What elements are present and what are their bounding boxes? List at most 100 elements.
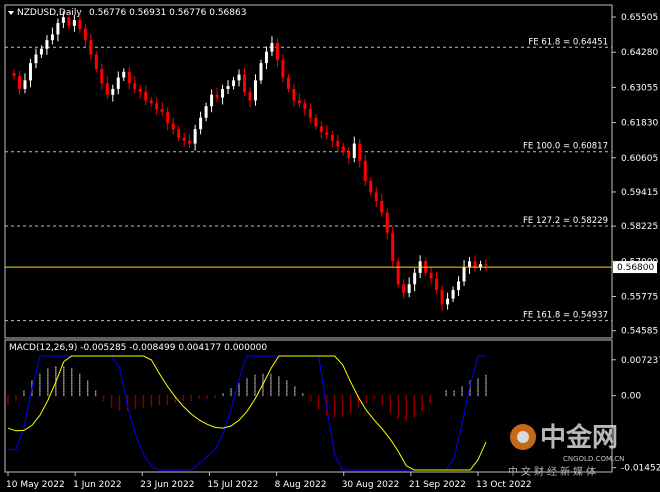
symbol-label: NZDUSD,Daily bbox=[17, 8, 82, 18]
dropdown-triangle-icon[interactable] bbox=[8, 11, 14, 15]
price-tick-label: 0.64280 bbox=[621, 48, 658, 58]
candle-body bbox=[182, 137, 186, 141]
candle-body bbox=[308, 109, 312, 118]
candle-body bbox=[347, 152, 351, 158]
candle-body bbox=[149, 100, 153, 104]
candle-body bbox=[138, 88, 142, 92]
candle-body bbox=[89, 40, 93, 55]
candle-body bbox=[23, 80, 27, 89]
candle-body bbox=[286, 77, 290, 89]
price-tick-label: 0.54585 bbox=[621, 327, 658, 337]
time-axis: 10 May 2022 1 Jun 2022 23 Jun 2022 15 Jul 2… bbox=[6, 472, 532, 490]
candle-body bbox=[193, 129, 197, 144]
candle-body bbox=[385, 212, 389, 233]
candle-body bbox=[462, 267, 466, 282]
macd-histogram bbox=[7, 365, 487, 422]
candle-body bbox=[28, 63, 32, 81]
time-tick-label: 21 Sep 2022 bbox=[409, 480, 466, 490]
candle-body bbox=[111, 88, 115, 95]
candle-body bbox=[363, 160, 367, 181]
ohlc-values: 0.56776 0.56931 0.56776 0.56863 bbox=[89, 8, 246, 18]
candle-body bbox=[451, 290, 455, 299]
fib-level-label: FE 100.0 = 0.60817 bbox=[523, 142, 608, 152]
candle-body bbox=[72, 20, 76, 26]
candle-body bbox=[374, 192, 378, 202]
candle-body bbox=[446, 298, 450, 305]
candle-body bbox=[210, 94, 214, 107]
candle-body bbox=[484, 264, 488, 266]
price-tick-label: 0.60605 bbox=[621, 154, 658, 164]
time-tick-label: 8 Aug 2022 bbox=[275, 480, 327, 490]
candle-body bbox=[215, 94, 219, 98]
candle-body bbox=[435, 278, 439, 291]
candle-body bbox=[468, 261, 472, 268]
chart-canvas: NZDUSD,Daily 0.56776 0.56931 0.56776 0.5… bbox=[4, 4, 660, 490]
candle-body bbox=[221, 88, 225, 98]
macd-line bbox=[7, 355, 486, 471]
candle-body bbox=[319, 126, 323, 133]
watermark-domain: CNGOLD.COM.CN bbox=[563, 455, 624, 463]
candle-body bbox=[253, 80, 257, 101]
cngold-logo-inner-icon bbox=[517, 431, 529, 443]
candle-body bbox=[369, 180, 373, 193]
watermark-tagline: 中文财经新媒体 bbox=[508, 465, 599, 478]
candle-body bbox=[100, 68, 104, 84]
candle-body bbox=[12, 73, 16, 77]
fibonacci-levels: FE 61.8 = 0.64451 FE 100.0 = 0.60817 FE 12… bbox=[5, 37, 612, 322]
price-tick-label: 0.61830 bbox=[621, 119, 658, 129]
macd-panel-frame bbox=[4, 339, 613, 473]
candle-body bbox=[177, 129, 181, 138]
time-tick-label: 23 Jun 2022 bbox=[140, 480, 194, 490]
candle-body bbox=[34, 54, 38, 64]
candlesticks bbox=[12, 11, 488, 312]
time-tick-label: 30 Aug 2022 bbox=[342, 480, 400, 490]
candle-body bbox=[402, 284, 406, 293]
candle-body bbox=[56, 22, 60, 35]
price-tick-label: 0.58225 bbox=[621, 222, 658, 232]
macd-tick-label: 0.007237 bbox=[621, 356, 660, 366]
candle-body bbox=[264, 51, 268, 64]
macd-signal-line bbox=[7, 355, 487, 471]
candle-body bbox=[160, 109, 164, 112]
time-tick-label: 15 Jul 2022 bbox=[207, 480, 258, 490]
price-tick-label: 0.63055 bbox=[621, 83, 658, 93]
candle-body bbox=[314, 117, 318, 127]
fib-level-label: FE 127.2 = 0.58229 bbox=[523, 216, 608, 226]
candle-body bbox=[45, 40, 49, 49]
macd-tick-label: 0.00 bbox=[621, 392, 641, 402]
candle-body bbox=[457, 281, 461, 291]
candle-body bbox=[270, 43, 274, 52]
candle-body bbox=[83, 28, 87, 41]
candle-body bbox=[281, 60, 285, 78]
candle-body bbox=[78, 20, 82, 29]
macd-label: MACD(12,26,9) -0.005285 -0.008499 0.0041… bbox=[9, 343, 267, 353]
price-tick-label: 0.55775 bbox=[621, 293, 658, 303]
candle-body bbox=[133, 83, 137, 89]
price-axis: 0.65505 0.64280 0.63055 0.61830 0.60605 0.594… bbox=[612, 13, 658, 337]
macd-tick-label: -0.014529 bbox=[621, 464, 660, 474]
candle-body bbox=[429, 272, 433, 279]
price-tick-label: 0.57000 bbox=[621, 257, 658, 267]
time-tick-label: 10 May 2022 bbox=[6, 480, 65, 490]
candle-body bbox=[473, 261, 477, 268]
price-tick-label: 0.65505 bbox=[621, 13, 658, 23]
fib-level-label: FE 61.8 = 0.64451 bbox=[528, 37, 608, 47]
time-tick-label: 1 Jun 2022 bbox=[73, 480, 121, 490]
candle-body bbox=[116, 77, 120, 89]
candle-body bbox=[127, 71, 131, 84]
candle-body bbox=[336, 140, 340, 147]
candle-body bbox=[67, 17, 71, 26]
candle-body bbox=[396, 261, 400, 285]
candle-body bbox=[243, 74, 247, 92]
cngold-watermark: 中金网 CNGOLD.COM.CN 中文财经新媒体 bbox=[508, 422, 624, 478]
candle-body bbox=[39, 48, 43, 55]
candle-body bbox=[358, 143, 362, 161]
candle-body bbox=[413, 272, 417, 285]
candle-body bbox=[171, 123, 175, 130]
candle-body bbox=[325, 132, 329, 135]
candle-body bbox=[380, 201, 384, 213]
candle-body bbox=[303, 103, 307, 110]
candle-body bbox=[199, 117, 203, 130]
candle-body bbox=[61, 17, 65, 23]
price-tick-label: 0.59415 bbox=[621, 188, 658, 198]
